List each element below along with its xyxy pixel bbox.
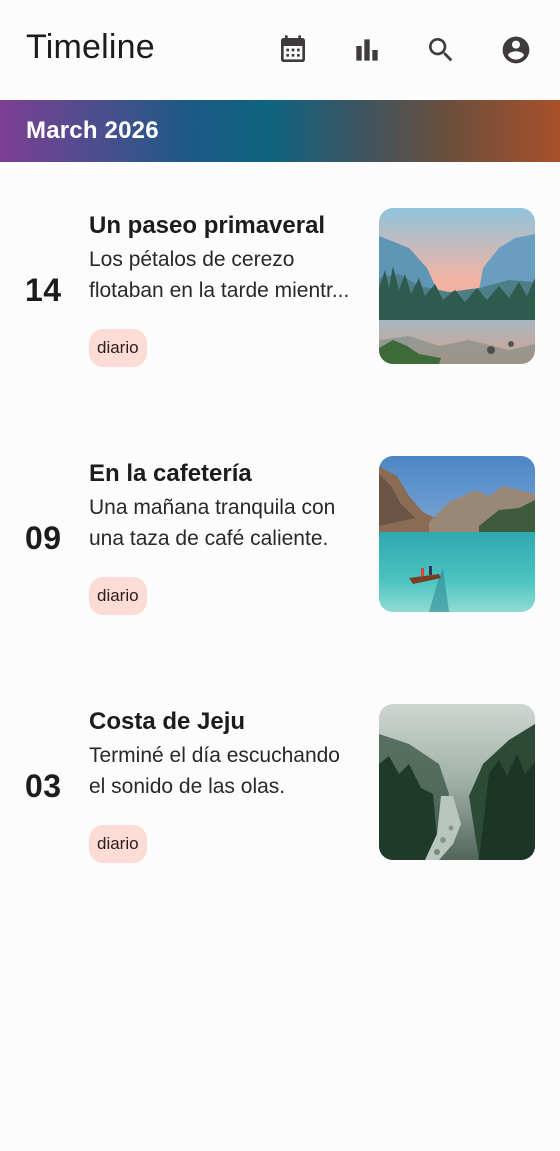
entry-thumbnail [379, 456, 535, 612]
misty-forest-river-image [379, 704, 535, 860]
timeline-entry[interactable]: 14 Un paseo primaveral Los pétalos de ce… [0, 208, 560, 412]
entry-preview-line: Los pétalos de cerezo [89, 248, 295, 271]
page-title: Timeline [26, 28, 155, 66]
account-circle-icon[interactable] [498, 32, 534, 68]
search-icon[interactable] [423, 32, 459, 68]
entry-tag-chip[interactable]: diario [89, 577, 147, 615]
turquoise-lake-boat-image [379, 456, 535, 612]
entry-preview: Una mañana tranquila con una taza de caf… [89, 492, 369, 554]
entry-title: Un paseo primaveral [89, 212, 326, 239]
entry-preview: Los pétalos de cerezo flotaban en la tar… [89, 244, 369, 306]
entry-preview-line: el sonido de las olas. [89, 775, 286, 798]
entry-preview-line: una taza de café caliente. [89, 527, 329, 550]
timeline-entry[interactable]: 09 En la cafetería Una mañana tranquila … [0, 456, 560, 660]
entry-preview: Terminé el día escuchando el sonido de l… [89, 740, 369, 802]
entry-preview-line: Terminé el día escuchando [89, 744, 340, 767]
entry-thumbnail [379, 704, 535, 860]
bar-chart-icon[interactable] [349, 32, 385, 68]
top-app-bar: Timeline [0, 0, 560, 100]
entry-tag-chip[interactable]: diario [89, 329, 147, 367]
month-label: March 2026 [26, 117, 159, 144]
entry-day: 14 [25, 272, 62, 308]
month-header: March 2026 [0, 100, 560, 162]
mountain-valley-sunset-image [379, 208, 535, 364]
entry-day: 09 [25, 520, 62, 556]
entry-tag-chip[interactable]: diario [89, 825, 147, 863]
entry-title: En la cafetería [89, 460, 252, 487]
entry-day: 03 [25, 768, 62, 804]
timeline-entry[interactable]: 03 Costa de Jeju Terminé el día escuchan… [0, 704, 560, 908]
calendar-icon[interactable] [275, 32, 311, 68]
entry-preview-line: Una mañana tranquila con [89, 496, 336, 519]
entry-preview-line: flotaban en la tarde mientr... [89, 279, 350, 302]
entry-title: Costa de Jeju [89, 708, 246, 735]
entry-thumbnail [379, 208, 535, 364]
